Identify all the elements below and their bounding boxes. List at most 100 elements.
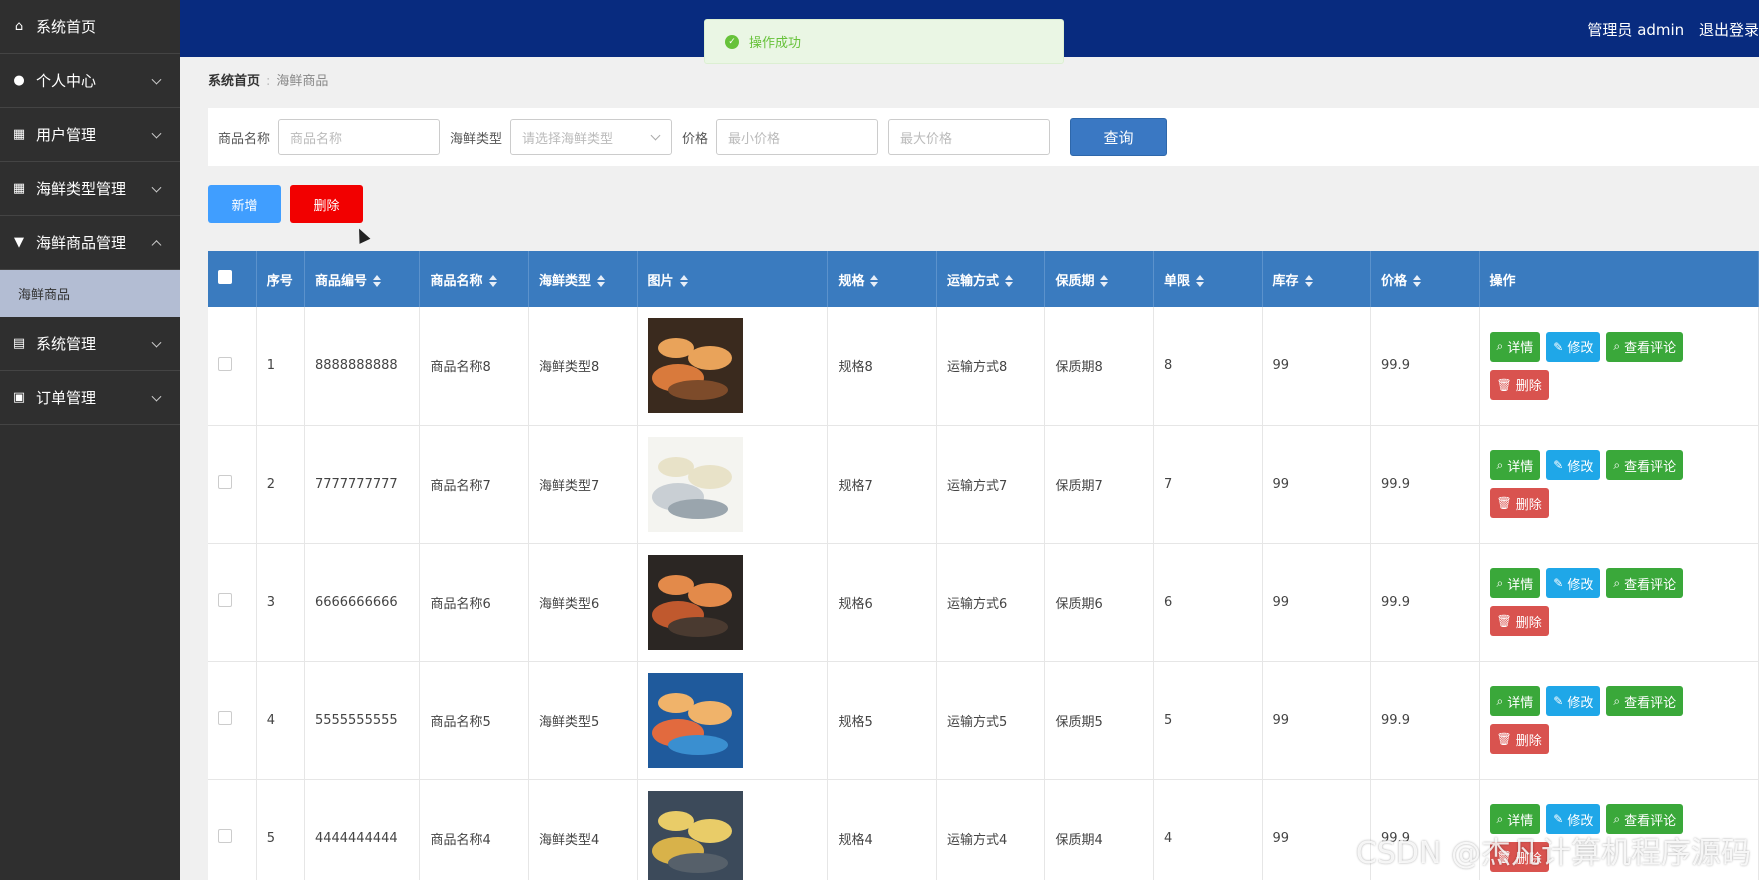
button-label: 查看评论 bbox=[1624, 695, 1677, 711]
row-actions: ⌕ 详情 ✎ 修改 ⌕ 查看评论 🗑 删除 bbox=[1489, 331, 1720, 400]
delete-button[interactable]: 🗑 删除 bbox=[1489, 606, 1549, 636]
product-image[interactable] bbox=[647, 318, 743, 414]
cell-shelf-life: 保质期5 bbox=[1044, 661, 1154, 780]
sidebar-item-users[interactable]: ▦ 用户管理 bbox=[0, 108, 180, 162]
min-price-input[interactable]: 最小价格 bbox=[716, 119, 879, 155]
search-icon: ⌕ bbox=[1613, 339, 1621, 354]
delete-button[interactable]: 🗑 删除 bbox=[1489, 724, 1549, 754]
search-bar: 商品名称 商品名称 海鲜类型 请选择海鲜类型 价格 最小价格 最大价格 查询 bbox=[208, 108, 1759, 166]
view-reviews-button[interactable]: ⌕ 查看评论 bbox=[1606, 686, 1684, 716]
cell-type: 海鲜类型5 bbox=[528, 661, 638, 780]
batch-delete-button[interactable]: 删除 bbox=[290, 185, 363, 223]
delete-button[interactable]: 🗑 删除 bbox=[1489, 488, 1549, 518]
user-icon: ● bbox=[13, 73, 25, 88]
header-shelf-life[interactable]: 保质期 bbox=[1044, 251, 1154, 307]
name-input[interactable]: 商品名称 bbox=[278, 119, 441, 155]
header-name[interactable]: 商品名称 bbox=[419, 251, 529, 307]
view-reviews-button[interactable]: ⌕ 查看评论 bbox=[1606, 450, 1684, 480]
view-reviews-button[interactable]: ⌕ 查看评论 bbox=[1606, 568, 1684, 598]
sort-icon[interactable] bbox=[1304, 275, 1313, 287]
row-checkbox[interactable] bbox=[218, 356, 232, 371]
add-button[interactable]: 新增 bbox=[208, 185, 281, 223]
cell-code: 5555555555 bbox=[304, 661, 421, 780]
row-actions: ⌕ 详情 ✎ 修改 ⌕ 查看评论 🗑 删除 bbox=[1489, 568, 1720, 636]
header-price[interactable]: 价格 bbox=[1370, 251, 1480, 307]
sidebar-item-seafood-goods[interactable]: ▼ 海鲜商品管理 bbox=[0, 216, 180, 270]
detail-button[interactable]: ⌕ 详情 bbox=[1489, 331, 1541, 362]
sidebar-item-label: 订单管理 bbox=[36, 389, 97, 407]
row-checkbox[interactable] bbox=[218, 711, 232, 725]
header-type[interactable]: 海鲜类型 bbox=[528, 251, 638, 307]
edit-button[interactable]: ✎ 修改 bbox=[1546, 686, 1601, 716]
max-price-input[interactable]: 最大价格 bbox=[888, 119, 1051, 155]
detail-button[interactable]: ⌕ 详情 bbox=[1489, 450, 1541, 480]
query-button[interactable]: 查询 bbox=[1070, 118, 1168, 156]
chevron-down-icon bbox=[151, 74, 162, 85]
view-reviews-button[interactable]: ⌕ 查看评论 bbox=[1606, 331, 1684, 362]
detail-button[interactable]: ⌕ 详情 bbox=[1489, 568, 1541, 598]
sidebar-item-home[interactable]: ⌂ 系统首页 bbox=[0, 0, 180, 54]
sidebar-item-seafood-types[interactable]: ▦ 海鲜类型管理 bbox=[0, 162, 180, 216]
row-checkbox[interactable] bbox=[218, 475, 232, 489]
sidebar-item-label: 系统首页 bbox=[36, 18, 97, 36]
sort-icon[interactable] bbox=[1004, 275, 1013, 287]
sidebar-item-profile[interactable]: ● 个人中心 bbox=[0, 54, 180, 108]
cell-image bbox=[637, 543, 829, 662]
sidebar-subitem-seafood-goods[interactable]: 海鲜商品 bbox=[0, 270, 180, 317]
cell-type: 海鲜类型4 bbox=[528, 779, 638, 880]
header-stock[interactable]: 库存 bbox=[1262, 251, 1372, 307]
cell-name: 商品名称5 bbox=[419, 661, 529, 780]
sidebar-item-orders[interactable]: ▣ 订单管理 bbox=[0, 371, 180, 425]
table-icon: ▤ bbox=[12, 336, 26, 351]
delete-button[interactable]: 🗑 删除 bbox=[1489, 369, 1549, 400]
cell-limit: 5 bbox=[1153, 661, 1263, 780]
bookmark-icon: ▼ bbox=[14, 235, 24, 250]
row-checkbox[interactable] bbox=[218, 829, 232, 843]
cell-stock: 99 bbox=[1262, 307, 1372, 426]
sort-icon[interactable] bbox=[679, 275, 688, 287]
sort-icon[interactable] bbox=[1100, 275, 1109, 287]
breadcrumb-current: 海鲜商品 bbox=[276, 74, 329, 89]
type-select[interactable]: 请选择海鲜类型 bbox=[510, 119, 673, 155]
cell-code: 6666666666 bbox=[304, 543, 421, 662]
product-image[interactable] bbox=[647, 672, 743, 768]
sort-icon[interactable] bbox=[870, 275, 879, 287]
header-shipping[interactable]: 运输方式 bbox=[936, 251, 1046, 307]
trash-icon: 🗑 bbox=[1496, 732, 1512, 746]
check-circle-icon: ✓ bbox=[725, 34, 739, 49]
header-code[interactable]: 商品编号 bbox=[304, 251, 421, 307]
select-all-checkbox[interactable] bbox=[218, 270, 232, 284]
cell-limit: 7 bbox=[1153, 425, 1263, 544]
chevron-down-icon bbox=[151, 391, 162, 402]
header-limit[interactable]: 单限 bbox=[1153, 251, 1263, 307]
sort-icon[interactable] bbox=[597, 275, 606, 287]
edit-button[interactable]: ✎ 修改 bbox=[1546, 450, 1601, 480]
header-spec[interactable]: 规格 bbox=[827, 251, 937, 307]
sort-icon[interactable] bbox=[1196, 275, 1204, 287]
toast-message: 操作成功 bbox=[749, 36, 802, 51]
cell-shelf-life: 保质期6 bbox=[1044, 543, 1154, 662]
cell-name: 商品名称6 bbox=[419, 543, 529, 662]
cell-image bbox=[637, 307, 829, 426]
cell-ops: ⌕ 详情 ✎ 修改 ⌕ 查看评论 🗑 删除 bbox=[1479, 425, 1759, 544]
detail-button[interactable]: ⌕ 详情 bbox=[1489, 686, 1541, 716]
breadcrumb-home[interactable]: 系统首页 bbox=[208, 74, 260, 89]
edit-button[interactable]: ✎ 修改 bbox=[1546, 568, 1601, 598]
edit-button[interactable]: ✎ 修改 bbox=[1546, 331, 1601, 362]
product-image[interactable] bbox=[647, 790, 743, 880]
logout-link[interactable]: 退出登录 bbox=[1699, 21, 1759, 39]
sort-icon[interactable] bbox=[372, 275, 381, 287]
sort-icon[interactable] bbox=[488, 275, 497, 287]
row-select-cell bbox=[208, 661, 257, 780]
header-image[interactable]: 图片 bbox=[637, 251, 829, 307]
sidebar-item-system[interactable]: ▤ 系统管理 bbox=[0, 317, 180, 371]
success-toast: ✓ 操作成功 bbox=[704, 19, 1064, 64]
row-checkbox[interactable] bbox=[218, 593, 232, 607]
user-role: 管理员 admin bbox=[1587, 21, 1685, 39]
goods-table: 序号 商品编号 商品名称 海鲜类型 图片 规格 运输方式 保质期 单限 库存 价… bbox=[208, 251, 1759, 880]
product-image[interactable] bbox=[647, 436, 743, 532]
product-image[interactable] bbox=[647, 554, 743, 650]
sort-icon[interactable] bbox=[1413, 275, 1422, 287]
button-label: 删除 bbox=[1515, 379, 1542, 395]
cell-index: 1 bbox=[256, 307, 305, 426]
